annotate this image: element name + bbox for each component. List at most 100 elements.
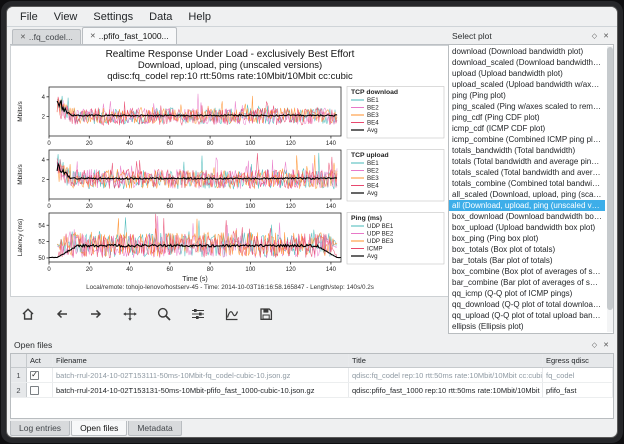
home-button[interactable] — [16, 302, 40, 326]
svg-text:140: 140 — [326, 204, 337, 210]
svg-text:Time (s): Time (s) — [182, 276, 207, 283]
scrollbar[interactable] — [607, 46, 613, 332]
tab-metadata[interactable]: Metadata — [128, 421, 181, 436]
plot-list-item[interactable]: totals_scaled (Total bandwidth and avera… — [449, 167, 605, 178]
figure-title: Realtime Response Under Load - exclusive… — [11, 49, 449, 60]
zoom-button[interactable] — [152, 302, 176, 326]
svg-text:ICMP: ICMP — [367, 246, 382, 253]
plot-list-item[interactable]: bar_combine (Bar plot of averages of sev… — [449, 277, 605, 288]
tab-fq-codel[interactable]: ✕ ..fq_codel... — [12, 29, 81, 44]
plot-list-item[interactable]: qq_icmp (Q-Q plot of ICMP pings) — [449, 288, 605, 299]
act-cell: ✓ — [27, 368, 53, 382]
plot-list-item[interactable]: icmp_cdf (ICMP CDF plot) — [449, 123, 605, 134]
plot-list-item[interactable]: download (Download bandwidth plot) — [449, 46, 605, 57]
plot-tab-bar: ✕ ..fq_codel... ✕ ..pfifo_fast_1000... — [10, 28, 450, 45]
float-icon[interactable]: ◇ — [591, 341, 598, 349]
plot-list-item[interactable]: totals (Total bandwidth and average ping… — [449, 156, 605, 167]
open-file-row[interactable]: 1✓batch-rrul-2014-10-02T153111-50ms-10Mb… — [11, 368, 613, 383]
svg-text:52: 52 — [38, 240, 45, 246]
plot-list-item[interactable]: ping (Ping plot) — [449, 90, 605, 101]
svg-text:80: 80 — [207, 267, 214, 273]
column-header-act[interactable]: Act — [27, 354, 53, 367]
activate-checkbox[interactable] — [30, 386, 39, 395]
svg-text:4: 4 — [42, 158, 46, 164]
select-plot-header: Select plot ◇ ✕ — [448, 28, 614, 43]
open-files-dock: Open files ◇ ✕ Act Filename Title Egress… — [10, 337, 614, 419]
menu-file[interactable]: File — [13, 10, 45, 24]
svg-text:BE3: BE3 — [367, 175, 379, 182]
plot-list-item[interactable]: icmp_combine (Combined ICMP ping plot) — [449, 134, 605, 145]
plot-list-item[interactable]: box_totals (Box plot of totals) — [449, 244, 605, 255]
subplots-button[interactable] — [186, 302, 210, 326]
plot-list-item[interactable]: qq_upload (Q-Q plot of total upload band… — [449, 310, 605, 321]
column-header-egress-qdisc[interactable]: Egress qdisc — [543, 354, 613, 367]
file-name: batch-rrul-2014-10-02T153131-50ms-10Mbit… — [53, 383, 349, 397]
pan-button[interactable] — [118, 302, 142, 326]
back-button[interactable] — [50, 302, 74, 326]
svg-text:Avg: Avg — [367, 190, 378, 197]
svg-text:0: 0 — [47, 267, 51, 273]
svg-text:60: 60 — [166, 267, 173, 273]
plot-list-item[interactable]: ping_scaled (Ping w/axes scaled to remov… — [449, 101, 605, 112]
figure-caption: Local/remote: tohojo-lenovo/hostserv-45 … — [11, 284, 449, 291]
svg-text:Avg: Avg — [367, 127, 378, 134]
tab-open-files[interactable]: Open files — [71, 421, 127, 436]
float-icon[interactable]: ◇ — [591, 32, 598, 40]
figure-canvas[interactable]: Realtime Response Under Load - exclusive… — [10, 45, 450, 297]
window-frame: File View Settings Data Help ✕ ..fq_code… — [1, 1, 623, 443]
close-icon[interactable]: ✕ — [90, 32, 96, 40]
select-plot-title: Select plot — [452, 31, 587, 41]
svg-text:60: 60 — [166, 141, 173, 147]
close-icon[interactable]: ✕ — [20, 33, 26, 41]
forward-button[interactable] — [84, 302, 108, 326]
file-title: qdisc:pfifo_fast_1000 rep:10 rtt:50ms ra… — [349, 383, 543, 397]
file-title: qdisc:fq_codel rep:10 rtt:50ms rate:10Mb… — [349, 368, 543, 382]
menu-settings[interactable]: Settings — [86, 10, 140, 24]
customize-button[interactable] — [220, 302, 244, 326]
plot-list-item[interactable]: box_download (Download bandwidth box plo… — [449, 211, 605, 222]
plot-list-item[interactable]: all_scaled (Download, upload, ping (scal… — [449, 189, 605, 200]
svg-text:BE1: BE1 — [367, 97, 379, 104]
plot-list-item[interactable]: box_upload (Upload bandwidth box plot) — [449, 222, 605, 233]
svg-text:40: 40 — [126, 141, 133, 147]
plot-list-item[interactable]: upload (Upload bandwidth plot) — [449, 68, 605, 79]
column-header-title[interactable]: Title — [349, 354, 543, 367]
tab-log-entries[interactable]: Log entries — [10, 421, 70, 436]
matplotlib-toolbar — [10, 300, 450, 328]
save-button[interactable] — [254, 302, 278, 326]
bottom-tab-bar: Log entries Open files Metadata — [10, 421, 182, 437]
plot-list-item[interactable]: totals_combine (Combined total bandwidth… — [449, 178, 605, 189]
scrollbar-thumb[interactable] — [607, 47, 613, 310]
plot-list-item[interactable]: ellipsis (Ellipsis plot) — [449, 321, 605, 332]
menu-help[interactable]: Help — [181, 10, 218, 24]
magnifier-icon — [156, 306, 172, 322]
pan-icon — [122, 306, 138, 322]
activate-checkbox[interactable]: ✓ — [30, 371, 39, 380]
menu-data[interactable]: Data — [142, 10, 179, 24]
plot-list-item[interactable]: box_ping (Ping box plot) — [449, 233, 605, 244]
svg-text:100: 100 — [245, 267, 256, 273]
open-files-header: Open files ◇ ✕ — [10, 337, 614, 352]
svg-text:20: 20 — [86, 141, 93, 147]
row-number: 2 — [11, 383, 27, 397]
menu-view[interactable]: View — [47, 10, 85, 24]
svg-text:120: 120 — [286, 267, 297, 273]
tab-pfifo-fast[interactable]: ✕ ..pfifo_fast_1000... — [82, 27, 177, 44]
plot-list-item[interactable]: box_combine (Box plot of averages of sev… — [449, 266, 605, 277]
plot-list-item[interactable]: download_scaled (Download bandwidth w/ax… — [449, 57, 605, 68]
plot-list-item[interactable]: upload_scaled (Upload bandwidth w/axes s… — [449, 79, 605, 90]
svg-text:100: 100 — [245, 141, 256, 147]
svg-text:BE3: BE3 — [367, 112, 379, 119]
column-header-filename[interactable]: Filename — [53, 354, 349, 367]
close-icon[interactable]: ✕ — [602, 32, 610, 40]
svg-text:50: 50 — [38, 256, 45, 262]
plot-list-item[interactable]: qq_download (Q-Q plot of total download … — [449, 299, 605, 310]
open-file-row[interactable]: 2 batch-rrul-2014-10-02T153131-50ms-10Mbi… — [11, 383, 613, 398]
plot-list-item[interactable]: all (Download, upload, ping (unscaled ve… — [449, 200, 605, 211]
plot-list-item[interactable]: bar_totals (Bar plot of totals) — [449, 255, 605, 266]
plot-list-item[interactable]: totals_bandwidth (Total bandwidth) — [449, 145, 605, 156]
plot-list-item[interactable]: ping_cdf (Ping CDF plot) — [449, 112, 605, 123]
open-files-rows: 1✓batch-rrul-2014-10-02T153111-50ms-10Mb… — [11, 368, 613, 398]
svg-text:UDP BE2: UDP BE2 — [367, 231, 394, 238]
close-icon[interactable]: ✕ — [602, 341, 610, 349]
